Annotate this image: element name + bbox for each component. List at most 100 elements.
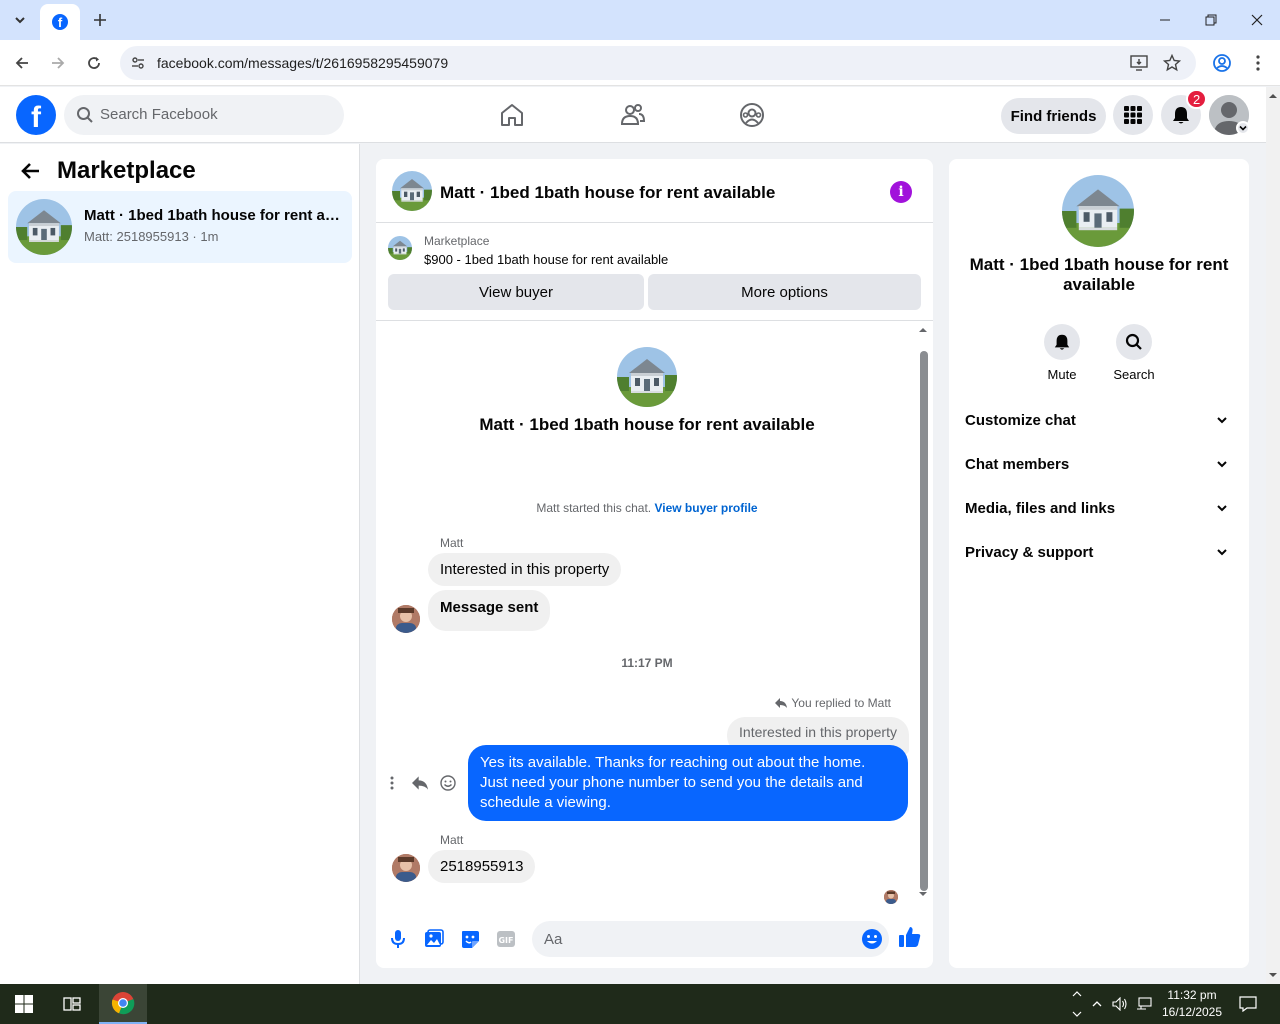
media-files-links-row[interactable]: Media, files and links <box>957 487 1241 531</box>
attach-photo-button[interactable] <box>422 927 446 951</box>
incoming-message[interactable]: Interested in this property <box>428 553 622 586</box>
reload-button[interactable] <box>80 49 108 77</box>
chevron-down-icon <box>15 17 25 24</box>
react-button[interactable] <box>437 772 459 794</box>
restore-button[interactable] <box>1188 0 1234 40</box>
chevron-updown-icon <box>1072 991 1082 1017</box>
chat-members-row[interactable]: Chat members <box>957 443 1241 487</box>
windows-taskbar: 11:32 pm 16/12/2025 <box>0 984 1280 1024</box>
minimize-button[interactable] <box>1142 0 1188 40</box>
groups-nav-button[interactable] <box>738 101 766 129</box>
facebook-search-input[interactable]: Search Facebook <box>64 95 344 135</box>
browser-address-bar: facebook.com/messages/t/2616958295459079 <box>0 40 1280 86</box>
started-text: Matt started this chat. <box>536 501 652 515</box>
conversation-name: Matt · 1bed 1bath house for rent availab… <box>84 207 344 224</box>
message-composer: GIF Aa <box>376 919 933 959</box>
task-view-button[interactable] <box>48 984 96 1024</box>
notification-center-icon <box>1239 996 1257 1012</box>
search-label: Search <box>1113 367 1155 382</box>
conversation-item[interactable]: Matt · 1bed 1bath house for rent availab… <box>8 191 352 263</box>
message-list: Matt · 1bed 1bath house for rent availab… <box>376 321 933 904</box>
start-button[interactable] <box>0 984 48 1024</box>
tab-search-dropdown[interactable] <box>6 6 34 34</box>
facebook-favicon-icon: f <box>52 14 68 30</box>
groups-icon <box>740 103 764 127</box>
account-menu-caret[interactable] <box>1236 121 1250 135</box>
taskbar-chrome-button[interactable] <box>99 984 147 1024</box>
friends-nav-button[interactable] <box>619 101 647 129</box>
close-window-button[interactable] <box>1234 0 1280 40</box>
chrome-icon <box>111 992 135 1015</box>
search-in-chat-button[interactable]: Search <box>1104 324 1164 382</box>
privacy-support-row[interactable]: Privacy & support <box>957 531 1241 575</box>
kebab-menu-icon <box>390 776 394 790</box>
forward-button[interactable] <box>44 49 72 77</box>
hidden-icons-button[interactable] <box>1088 984 1106 1024</box>
back-button[interactable] <box>8 49 36 77</box>
messages-scroll-thumb[interactable] <box>920 351 928 891</box>
conversation-avatar <box>16 199 72 255</box>
home-nav-button[interactable] <box>498 101 526 129</box>
scroll-up-icon[interactable] <box>918 325 928 335</box>
chat-title[interactable]: Matt · 1bed 1bath house for rent availab… <box>440 183 775 203</box>
scroll-down-icon[interactable] <box>918 889 928 899</box>
view-buyer-button[interactable]: View buyer <box>388 274 644 310</box>
browser-tab-facebook[interactable]: f <box>40 4 80 40</box>
taskbar-scroll-control[interactable] <box>1069 984 1085 1024</box>
search-icon <box>1125 333 1142 350</box>
windows-logo-icon <box>15 995 33 1013</box>
smiley-icon <box>440 775 456 791</box>
emoji-icon[interactable] <box>861 928 883 950</box>
chevron-down-icon <box>1239 125 1247 131</box>
sender-avatar <box>392 854 420 882</box>
browser-profile-button[interactable] <box>1208 49 1236 77</box>
outgoing-message[interactable]: Yes its available. Thanks for reaching o… <box>468 745 908 821</box>
voice-clip-button[interactable] <box>386 927 410 951</box>
sticker-button[interactable] <box>458 927 482 951</box>
message-input-placeholder: Aa <box>544 931 563 948</box>
incoming-message[interactable]: 2518955913 <box>428 850 536 883</box>
volume-button[interactable] <box>1110 984 1130 1024</box>
conversation-preview: Matt: 2518955913 · 1m <box>84 229 219 244</box>
find-friends-button[interactable]: Find friends <box>1001 98 1106 134</box>
arrow-left-icon <box>21 163 39 179</box>
info-icon[interactable]: i <box>890 181 912 203</box>
menu-grid-button[interactable] <box>1113 95 1153 135</box>
url-text: facebook.com/messages/t/2616958295459079 <box>157 55 449 71</box>
facebook-logo-icon[interactable]: f <box>16 95 56 135</box>
panel-title: Marketplace <box>57 157 196 184</box>
reply-button[interactable] <box>409 772 431 794</box>
row-label: Chat members <box>965 456 1070 473</box>
incoming-message[interactable]: Message sent <box>428 590 551 631</box>
site-settings-icon[interactable] <box>128 53 148 73</box>
send-like-button[interactable] <box>898 925 922 949</box>
more-options-button[interactable]: More options <box>648 274 921 310</box>
url-field[interactable]: facebook.com/messages/t/2616958295459079 <box>120 46 1196 80</box>
back-to-marketplace-button[interactable] <box>20 160 42 187</box>
new-tab-button[interactable] <box>88 8 112 32</box>
gif-button[interactable]: GIF <box>494 927 518 951</box>
browser-menu-button[interactable] <box>1244 49 1272 77</box>
reload-icon <box>88 57 100 69</box>
messages-scrollbar[interactable] <box>918 325 928 896</box>
page-scrollbar[interactable] <box>1266 87 1280 984</box>
action-center-button[interactable] <box>1236 984 1260 1024</box>
scroll-up-icon[interactable] <box>1266 89 1280 103</box>
network-button[interactable] <box>1134 984 1154 1024</box>
listing-title[interactable]: $900 - 1bed 1bath house for rent availab… <box>424 252 668 267</box>
chat-header: Matt · 1bed 1bath house for rent availab… <box>376 159 933 223</box>
browser-tab-bar: f <box>0 0 1280 40</box>
install-app-icon[interactable] <box>1129 53 1149 73</box>
chat-avatar[interactable] <box>392 171 432 211</box>
view-buyer-profile-link[interactable]: View buyer profile <box>654 501 757 515</box>
message-input[interactable]: Aa <box>532 921 889 957</box>
taskbar-clock[interactable]: 11:32 pm 16/12/2025 <box>1158 987 1226 1021</box>
scroll-down-icon[interactable] <box>1266 968 1280 982</box>
message-more-button[interactable] <box>381 772 403 794</box>
task-view-icon <box>63 997 81 1011</box>
bookmark-star-icon[interactable] <box>1162 53 1182 73</box>
row-label: Customize chat <box>965 412 1076 429</box>
mute-button[interactable]: Mute <box>1032 324 1092 382</box>
customize-chat-row[interactable]: Customize chat <box>957 399 1241 443</box>
chevron-up-icon <box>1092 1001 1102 1007</box>
